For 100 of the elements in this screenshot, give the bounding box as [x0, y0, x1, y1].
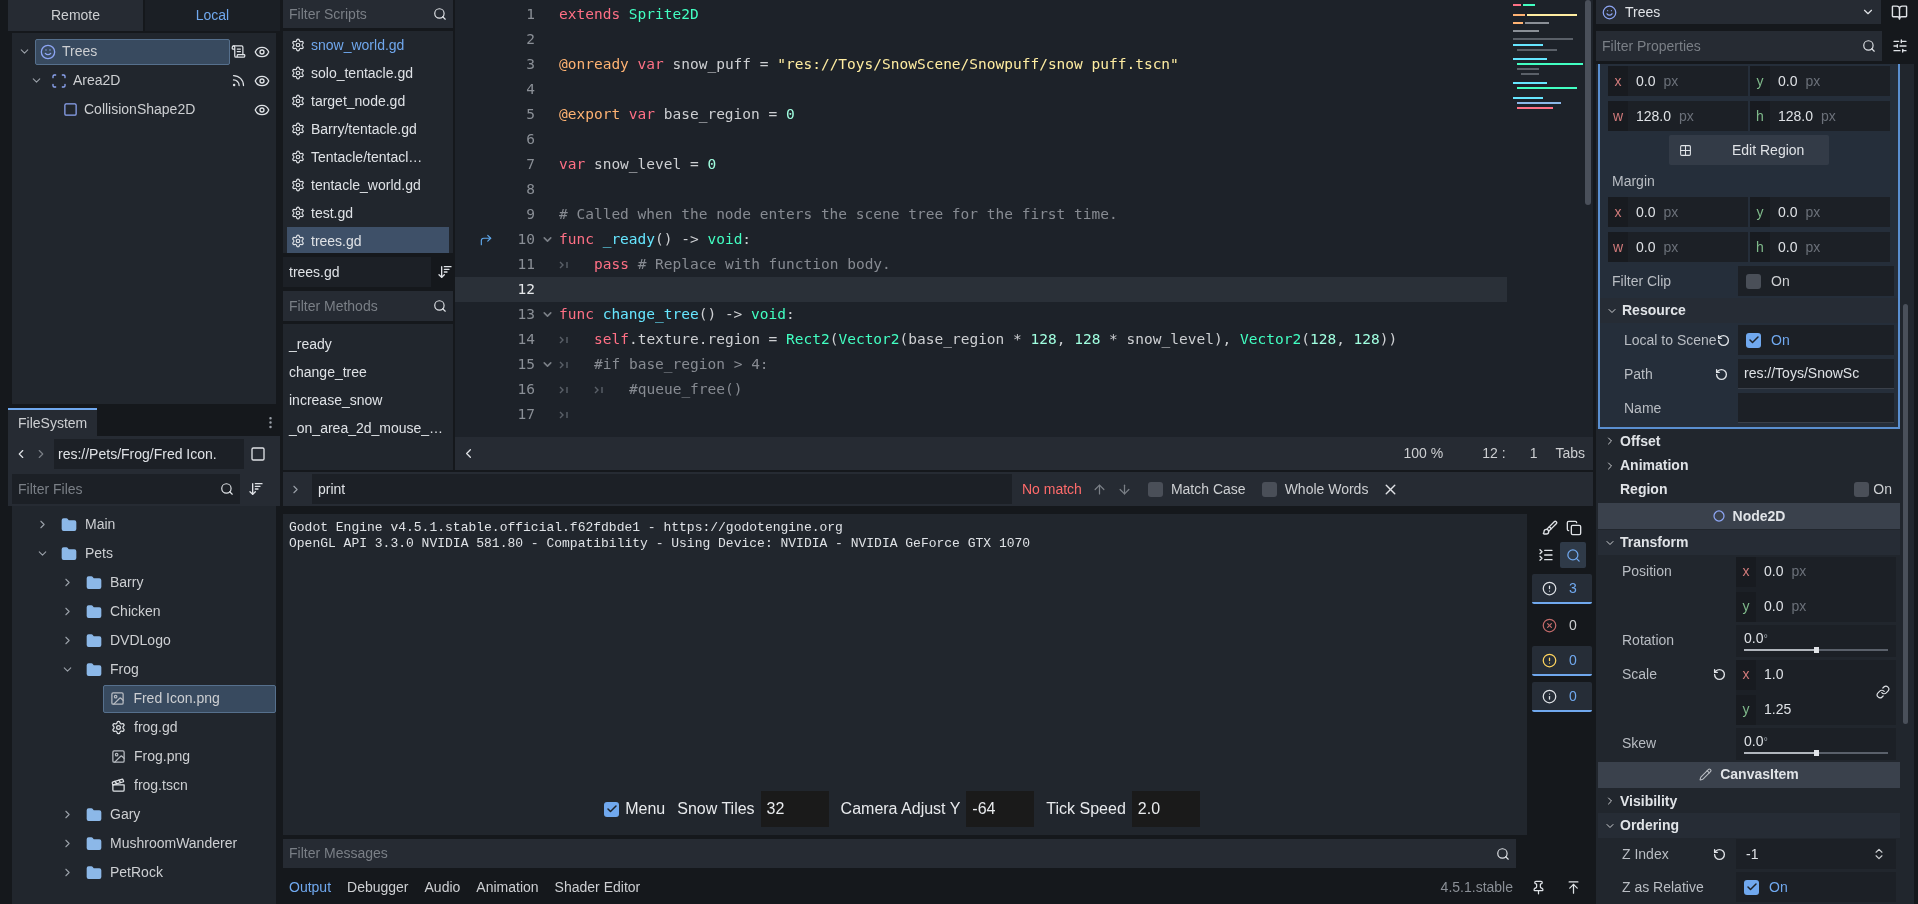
slider-fill[interactable]: [1744, 752, 1816, 755]
text-field[interactable]: [1738, 393, 1894, 423]
spin-field[interactable]: -1: [1736, 839, 1896, 870]
checkbox[interactable]: [1746, 273, 1761, 289]
collapse-icon[interactable]: [1538, 547, 1554, 564]
number-field[interactable]: y 0.0 px: [1750, 66, 1890, 96]
node-selector[interactable]: Trees: [1596, 0, 1881, 24]
property-group-header[interactable]: Offset: [1598, 429, 1900, 454]
script-list-item[interactable]: Barry/tentacle.gd: [287, 115, 449, 143]
script-list-item[interactable]: test.gd: [287, 199, 449, 227]
number-field[interactable]: h 0.0 px: [1750, 232, 1890, 262]
text-field[interactable]: res://Toys/SnowSc: [1738, 359, 1894, 389]
number-field[interactable]: w 128.0 px: [1608, 101, 1748, 131]
file-tree-item[interactable]: frog.tscn: [105, 771, 194, 800]
script-list-item[interactable]: snow_world.gd: [287, 31, 449, 59]
revert-icon[interactable]: [1713, 847, 1726, 861]
method-list-item[interactable]: change_tree: [289, 358, 447, 386]
checkbox[interactable]: [1746, 332, 1761, 348]
copy-icon[interactable]: [1566, 520, 1582, 537]
checkbox[interactable]: [1854, 482, 1870, 498]
filter-messages-field[interactable]: Filter Messages: [283, 839, 1516, 868]
bottom-panel-tab[interactable]: Audio: [418, 872, 467, 903]
scrollbar[interactable]: [1585, 0, 1591, 205]
slider-thumb[interactable]: [1814, 647, 1819, 654]
number-field[interactable]: 32: [760, 791, 829, 828]
zoom-level[interactable]: 100 %: [1388, 443, 1459, 464]
bottom-panel-tab[interactable]: Debugger: [341, 872, 415, 903]
number-field[interactable]: x 0.0 px: [1608, 197, 1748, 227]
slider-field[interactable]: 0.0°: [1736, 624, 1896, 657]
scene-tree-item[interactable]: Trees: [35, 38, 230, 65]
method-list-item[interactable]: _ready: [289, 330, 447, 358]
number-field[interactable]: -64: [966, 791, 1035, 828]
bottom-panel-tab[interactable]: Shader Editor: [548, 872, 647, 903]
path-field[interactable]: res://Pets/Frog/Fred Icon.: [54, 439, 244, 469]
scene-tree-item[interactable]: CollisionShape2D: [59, 96, 200, 123]
bottom-panel-tab[interactable]: Animation: [470, 872, 545, 903]
dock-tab[interactable]: Remote: [8, 0, 143, 31]
method-list-item[interactable]: _on_area_2d_mouse_…: [289, 414, 447, 442]
filter-properties-field[interactable]: Filter Properties: [1596, 31, 1882, 61]
file-tree-item[interactable]: Pets: [55, 539, 119, 568]
script-list-item[interactable]: solo_tentacle.gd: [287, 59, 449, 87]
settings-icon[interactable]: [1892, 38, 1908, 54]
file-tree-item[interactable]: Fred Icon.png: [103, 684, 276, 713]
file-tree-item[interactable]: Barry: [80, 568, 150, 597]
checkbox[interactable]: [1744, 879, 1759, 895]
slider-field[interactable]: 0.0°: [1736, 727, 1896, 760]
indent-mode[interactable]: Tabs: [1555, 443, 1585, 464]
sort-icon[interactable]: [248, 481, 264, 497]
checkbox-field[interactable]: On: [1738, 266, 1894, 296]
file-tree-item[interactable]: PetRock: [80, 858, 169, 887]
property-group-header[interactable]: Visibility: [1598, 789, 1900, 814]
number-field[interactable]: 2.0: [1131, 791, 1200, 828]
checkbox-field[interactable]: On: [1736, 872, 1896, 903]
property-group-header[interactable]: Transform: [1598, 530, 1900, 555]
message-filter-button[interactable]: 0: [1532, 682, 1592, 713]
filter-files-field[interactable]: Filter Files: [12, 474, 240, 504]
script-list-item[interactable]: target_node.gd: [287, 87, 449, 115]
script-list-item[interactable]: Tentacle/tentacl…: [287, 143, 449, 171]
revert-icon[interactable]: [1716, 333, 1730, 347]
script-icon[interactable]: [231, 44, 246, 59]
file-tree-item[interactable]: MushroomWanderer: [80, 829, 244, 858]
file-tree-item[interactable]: frog.gd: [105, 713, 184, 742]
number-field[interactable]: h 128.0 px: [1750, 101, 1890, 131]
file-tree-item[interactable]: DVDLogo: [80, 626, 177, 655]
scrollbar[interactable]: [1902, 304, 1908, 724]
number-field[interactable]: x 0.0 px: [1608, 66, 1748, 96]
documentation-icon[interactable]: [1891, 3, 1908, 21]
pin-icon[interactable]: [1531, 880, 1546, 896]
search-toggle-button[interactable]: [1560, 542, 1586, 569]
script-list-item[interactable]: trees.gd: [287, 227, 449, 253]
expand-panel-icon[interactable]: [1566, 880, 1581, 896]
property-group-header[interactable]: Ordering: [1598, 813, 1900, 838]
method-list-item[interactable]: increase_snow: [289, 386, 447, 414]
number-field[interactable]: w 0.0 px: [1608, 232, 1748, 262]
clear-icon[interactable]: [1542, 520, 1558, 537]
script-list-item[interactable]: tentacle_world.gd: [287, 171, 449, 199]
checkbox-field[interactable]: On: [1738, 325, 1894, 355]
link-icon[interactable]: [1876, 685, 1890, 700]
file-tree-item[interactable]: Main: [55, 510, 122, 539]
property-group-header[interactable]: Region: [1620, 479, 1668, 501]
signal-icon[interactable]: [231, 73, 246, 88]
message-filter-button[interactable]: 0: [1532, 646, 1592, 677]
file-tree-item[interactable]: Chicken: [80, 597, 167, 626]
revert-icon[interactable]: [1715, 367, 1728, 381]
sort-icon[interactable]: [437, 264, 453, 280]
property-group-header[interactable]: Animation: [1598, 453, 1900, 478]
checkbox[interactable]: [1147, 481, 1163, 497]
connection-arrow-icon[interactable]: [479, 232, 493, 247]
revert-icon[interactable]: [1713, 668, 1726, 682]
previous-match-icon[interactable]: [1091, 481, 1107, 497]
message-filter-button[interactable]: 0: [1532, 610, 1592, 641]
file-tree-item[interactable]: Gary: [80, 800, 147, 829]
file-tree-item[interactable]: Frog: [80, 655, 145, 684]
edit-region-button[interactable]: Edit Region: [1669, 135, 1829, 165]
dock-tab[interactable]: Local: [145, 0, 280, 31]
filter-methods-field[interactable]: Filter Methods: [283, 291, 453, 321]
checkbox[interactable]: [604, 802, 620, 817]
slider-fill[interactable]: [1744, 649, 1816, 652]
layout-toggle-icon[interactable]: [250, 446, 266, 462]
slider-thumb[interactable]: [1814, 750, 1819, 757]
